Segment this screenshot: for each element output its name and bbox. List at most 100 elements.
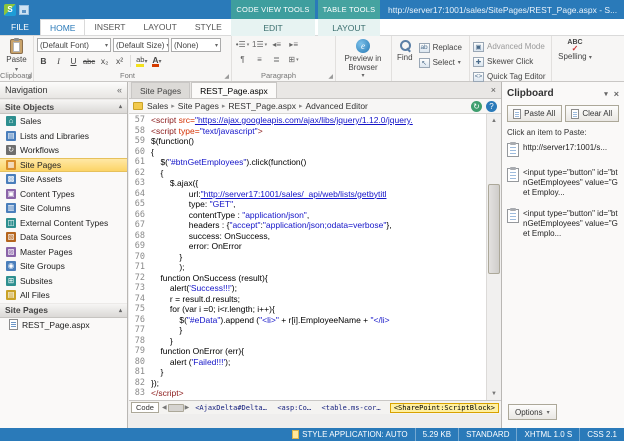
code-line[interactable]: 65 type: "GET", xyxy=(129,199,486,210)
tab-insert[interactable]: INSERT xyxy=(85,19,134,35)
status-style-application[interactable]: STYLE APPLICATION: AUTO xyxy=(285,428,415,441)
code-editor[interactable]: 57 <script src="https://ajax.googleapis.c… xyxy=(129,114,501,400)
horizontal-scrollbar[interactable]: ◀ ▶ xyxy=(162,403,189,412)
sidebar-item-data-sources[interactable]: ▧ Data Sources xyxy=(0,230,127,245)
close-tab-icon[interactable]: × xyxy=(491,85,496,95)
scroll-up-icon[interactable]: ▲ xyxy=(487,114,501,127)
sidebar-item-master-pages[interactable]: ▨ Master Pages xyxy=(0,245,127,260)
font-style-dropdown[interactable]: (None) ▾ xyxy=(171,38,221,52)
code-line[interactable]: 68 success: OnSuccess, xyxy=(129,231,486,242)
breadcrumb-advanced-editor[interactable]: Advanced Editor xyxy=(306,101,368,111)
breadcrumb-site-pages[interactable]: Site Pages xyxy=(178,101,219,111)
code-line[interactable]: 76 $("#eData").append ("<li>" + r[i].Emp… xyxy=(129,315,486,326)
clipboard-item-input-1[interactable]: <input type="button" id="btnGetEmployees… xyxy=(507,167,619,198)
font-dialog-launcher-icon[interactable]: ◢ xyxy=(224,73,229,80)
replace-button[interactable]: ab Replace xyxy=(418,41,462,54)
sidebar-item-lists-and-libraries[interactable]: ▤ Lists and Libraries xyxy=(0,129,127,144)
code-line[interactable]: 71 ); xyxy=(129,262,486,273)
indent-button[interactable]: ▸≡ xyxy=(286,38,301,51)
options-button[interactable]: Options ▾ xyxy=(508,404,557,420)
font-family-dropdown[interactable]: (Default Font) ▾ xyxy=(37,38,111,52)
status-css-schema[interactable]: CSS 2.1 xyxy=(579,428,624,441)
find-button[interactable]: Find xyxy=(395,38,415,69)
underline-button[interactable]: U xyxy=(67,54,80,68)
sidebar-item-site-columns[interactable]: ▥ Site Columns xyxy=(0,201,127,216)
scroll-down-icon[interactable]: ▼ xyxy=(487,387,501,400)
skewer-click-button[interactable]: ✚ Skewer Click xyxy=(473,55,548,68)
paste-all-button[interactable]: Paste All xyxy=(507,105,562,122)
align-left-button[interactable]: ≡ xyxy=(252,53,267,66)
doc-tab-site-pages[interactable]: Site Pages xyxy=(131,82,191,98)
code-line[interactable]: 63 $.ajax({ xyxy=(129,178,486,189)
site-objects-header[interactable]: Site Objects ▴ xyxy=(0,99,127,114)
tab-style[interactable]: STYLE xyxy=(186,19,231,35)
site-pages-section-header[interactable]: Site Pages ▴ xyxy=(0,302,127,318)
code-line[interactable]: 72 function OnSuccess (result){ xyxy=(129,273,486,284)
file-item-rest-page[interactable]: REST_Page.aspx xyxy=(0,318,127,333)
breadcrumb-site[interactable]: Sales xyxy=(147,101,168,111)
doc-tab-rest-page[interactable]: REST_Page.aspx xyxy=(191,82,277,98)
sidebar-item-site-groups[interactable]: ◉ Site Groups xyxy=(0,259,127,274)
code-line[interactable]: 77 } xyxy=(129,325,486,336)
code-line[interactable]: 78 } xyxy=(129,336,486,347)
tab-table-layout[interactable]: LAYOUT xyxy=(323,23,374,33)
scrollbar-thumb[interactable] xyxy=(488,184,500,274)
tab-layout[interactable]: LAYOUT xyxy=(134,19,185,35)
paragraph-dialog-launcher-icon[interactable]: ◢ xyxy=(328,73,333,80)
paragraph-marks-button[interactable]: ¶ xyxy=(235,53,250,66)
tab-home[interactable]: HOME xyxy=(39,19,86,35)
align-center-button[interactable]: ≣ xyxy=(269,53,284,66)
sidebar-item-external-content-types[interactable]: ◫ External Content Types xyxy=(0,216,127,231)
spelling-button[interactable]: ABC ✓ Spelling ▾ xyxy=(555,38,595,64)
sidebar-item-content-types[interactable]: ▣ Content Types xyxy=(0,187,127,202)
code-line[interactable]: 81 } xyxy=(129,367,486,378)
code-line[interactable]: 64 url:"http://server17:1001/sales/_api/… xyxy=(129,189,486,200)
sidebar-item-site-pages[interactable]: ▦ Site Pages xyxy=(0,157,127,172)
select-button[interactable]: ↖ Select ▾ xyxy=(418,56,462,69)
clipboard-dialog-launcher-icon[interactable]: ◢ xyxy=(26,73,31,80)
sidebar-item-sales[interactable]: ⌂ Sales xyxy=(0,114,127,129)
code-line[interactable]: 57 <script src="https://ajax.googleapis.c… xyxy=(129,115,486,126)
clear-all-button[interactable]: Clear All xyxy=(564,105,619,122)
code-line[interactable]: 66 contentType : "application/json", xyxy=(129,210,486,221)
code-line[interactable]: 80 alert ('Failed!!!'); xyxy=(129,357,486,368)
outdent-button[interactable]: ◂≡ xyxy=(269,38,284,51)
code-line[interactable]: 73 alert('Success!!!'); xyxy=(129,283,486,294)
numbering-button[interactable]: 1☰ ▾ xyxy=(252,38,267,51)
pane-menu-chevron-icon[interactable]: ▾ xyxy=(604,90,608,98)
code-line[interactable]: 83 </script> xyxy=(129,388,486,399)
status-standard[interactable]: STANDARD xyxy=(458,428,516,441)
sidebar-item-subsites[interactable]: ⊞ Subsites xyxy=(0,274,127,289)
code-line[interactable]: 69 error: OnError xyxy=(129,241,486,252)
clipboard-item-url[interactable]: http://server17:1001/s... xyxy=(507,142,619,157)
clipboard-item-input-2[interactable]: <input type="button" id="btnGetEmployees… xyxy=(507,208,619,239)
preview-in-browser-button[interactable]: e Preview in Browser ▾ xyxy=(339,38,387,80)
status-doctype[interactable]: XHTML 1.0 S xyxy=(516,428,579,441)
borders-button[interactable]: ⊞ ▾ xyxy=(286,53,301,66)
code-line[interactable]: 60 { xyxy=(129,147,486,158)
sidebar-item-all-files[interactable]: ▤ All Files xyxy=(0,288,127,303)
breadcrumb-file[interactable]: REST_Page.aspx xyxy=(228,101,296,111)
code-line[interactable]: 61 $("#btnGetEmployees").click(function(… xyxy=(129,157,486,168)
code-line[interactable]: 59 $(function() xyxy=(129,136,486,147)
refresh-icon[interactable]: ↻ xyxy=(471,100,482,112)
collapse-pane-icon[interactable]: « xyxy=(117,85,122,95)
font-size-dropdown[interactable]: (Default Size)▾ xyxy=(113,38,169,52)
strikethrough-button[interactable]: abc xyxy=(82,54,96,68)
code-line[interactable]: 75 for (var i =0; i<r.length; i++){ xyxy=(129,304,486,315)
subscript-button[interactable]: x₂ xyxy=(98,54,111,68)
app-icon[interactable]: S xyxy=(4,3,16,16)
tag-breadcrumb-ajaxdelta[interactable]: <AjaxDelta#DeltaPlaceHol... xyxy=(192,404,271,412)
save-icon[interactable] xyxy=(19,4,29,15)
font-color-button[interactable]: A ▾ xyxy=(150,54,163,68)
tab-edit[interactable]: EDIT xyxy=(254,23,291,33)
code-line[interactable]: 58 <script type="text/javascript"> xyxy=(129,126,486,137)
tab-file[interactable]: FILE xyxy=(0,19,40,35)
bullets-button[interactable]: •☰ ▾ xyxy=(235,38,250,51)
code-line[interactable]: 82}); xyxy=(129,378,486,389)
bold-button[interactable]: B xyxy=(37,54,50,68)
code-line[interactable]: 74 r = result.d.results; xyxy=(129,294,486,305)
tag-breadcrumb-table[interactable]: <table.ms-core-table... xyxy=(319,404,387,412)
code-line[interactable]: 67 headers : {"accept":"application/json… xyxy=(129,220,486,231)
highlight-color-button[interactable]: ab ▾ xyxy=(135,54,148,68)
